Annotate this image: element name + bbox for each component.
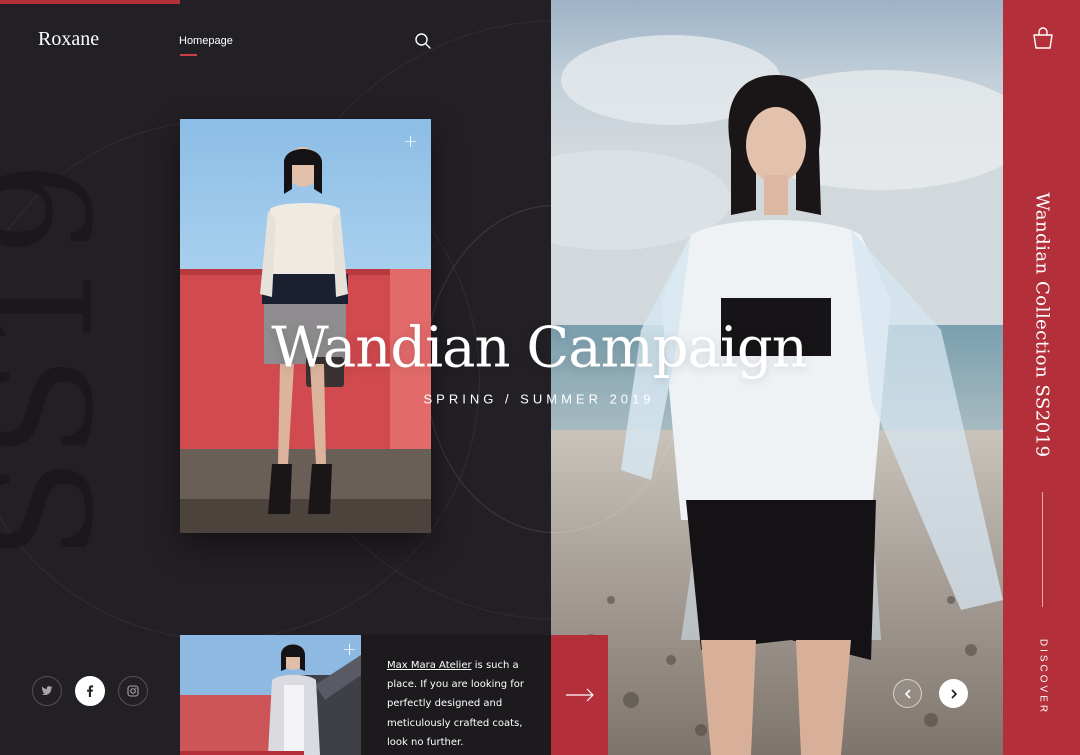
discover-button[interactable]: DISCOVER [1038, 639, 1049, 715]
hero-title-wrap: Wandian Campaign [271, 315, 808, 381]
twitter-button[interactable] [32, 676, 62, 706]
cart-button[interactable] [1031, 26, 1055, 50]
teaser-next-button[interactable] [551, 635, 608, 755]
brand-logo[interactable]: Roxane [38, 28, 99, 51]
hero-title: Wandian Campaign [271, 315, 808, 381]
chevron-right-icon [951, 689, 957, 698]
carousel-next-button[interactable] [939, 679, 968, 708]
instagram-icon [127, 685, 139, 697]
teaser-photo[interactable]: + [180, 635, 361, 755]
plus-icon[interactable]: + [342, 641, 357, 659]
collection-title: Wandian Collection SS2019 [1031, 192, 1053, 458]
rail-divider [1042, 492, 1043, 607]
instagram-button[interactable] [118, 676, 148, 706]
teaser-text: Max Mara Atelier is such a place. If you… [387, 656, 545, 752]
shopping-bag-icon [1033, 27, 1053, 49]
top-accent-bar [0, 0, 180, 4]
teaser-body: is such a place. If you are looking for … [387, 660, 525, 748]
max-mara-link[interactable]: Max Mara Atelier [387, 660, 472, 671]
nav-active-indicator [180, 54, 197, 56]
search-icon [415, 33, 431, 49]
carousel-prev-button[interactable] [893, 679, 922, 708]
nav-homepage[interactable]: Homepage [179, 35, 233, 47]
arrow-right-icon [565, 688, 594, 702]
twitter-icon [41, 686, 53, 696]
chevron-left-icon [904, 689, 910, 698]
search-button[interactable] [413, 31, 433, 51]
plus-icon[interactable]: + [403, 133, 418, 151]
teaser-accent-bar [180, 751, 304, 755]
facebook-button[interactable] [75, 676, 105, 706]
teaser-photo-image [180, 635, 361, 755]
facebook-icon [87, 685, 94, 697]
ss19-watermark: SS19 [0, 159, 127, 561]
hero-subtitle: SPRING / SUMMER 2019 [423, 391, 655, 407]
